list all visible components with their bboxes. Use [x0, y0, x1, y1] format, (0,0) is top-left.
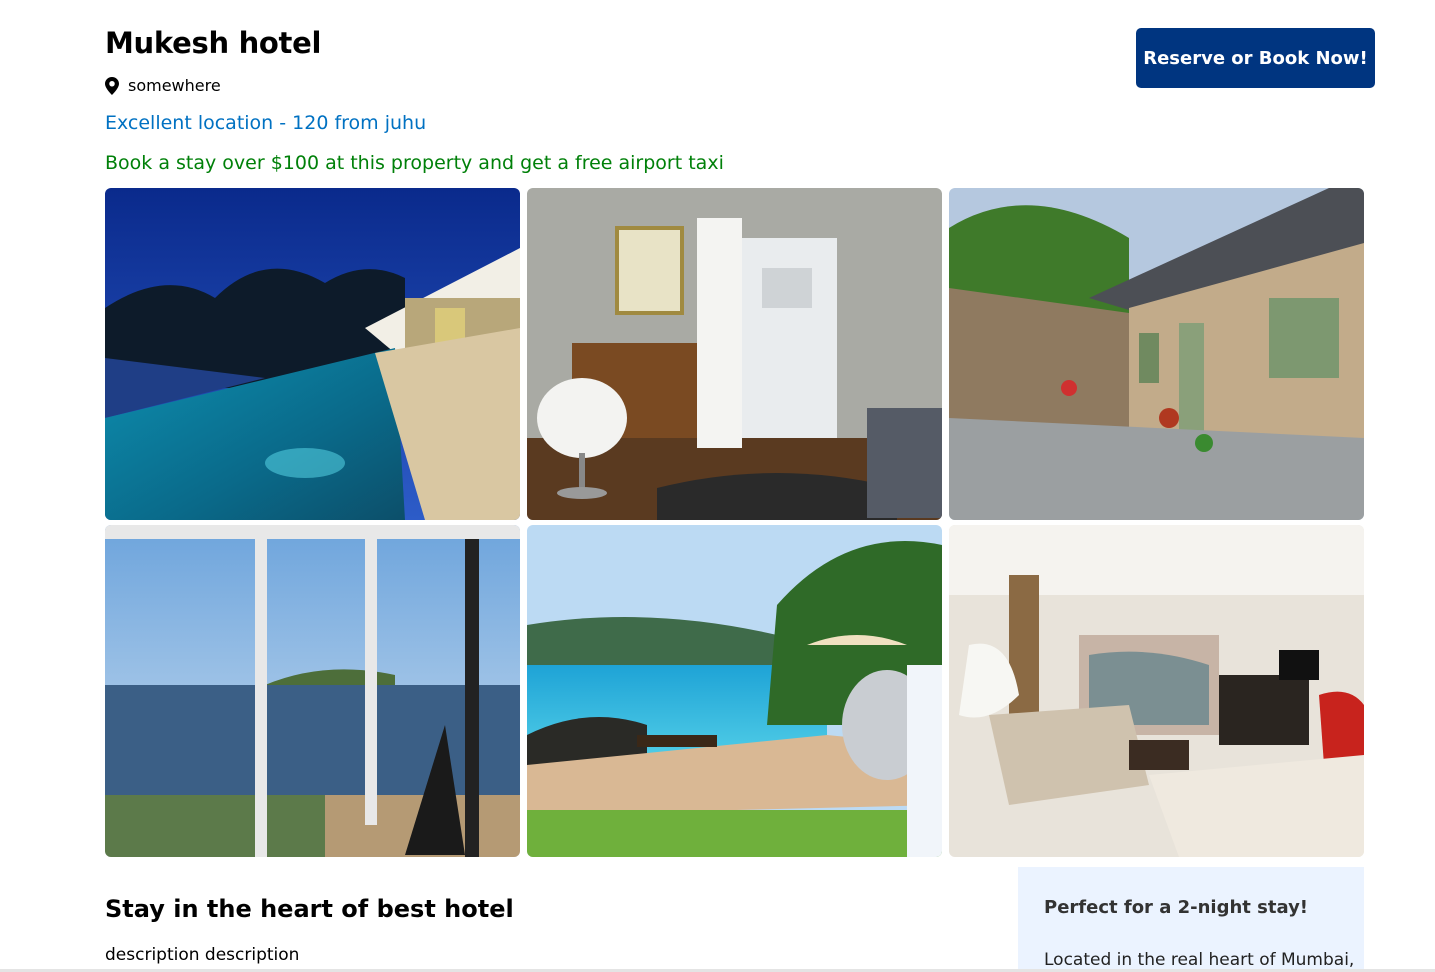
description-heading: Stay in the heart of best hotel	[105, 895, 514, 923]
gallery-photo-living-room[interactable]	[949, 525, 1364, 857]
gallery-photo-sea-view[interactable]	[105, 525, 520, 857]
hotel-name: Mukesh hotel	[105, 26, 322, 60]
highlight-text: Located in the real heart of Mumbai,	[1044, 950, 1355, 970]
gallery-photo-pool[interactable]	[105, 188, 520, 520]
gallery-photo-beach-deck[interactable]	[527, 525, 942, 857]
location-distance-link[interactable]: Excellent location - 120 from juhu	[105, 112, 426, 134]
location-pin-icon	[105, 76, 119, 95]
gallery-photo-cottage[interactable]	[949, 188, 1364, 520]
hotel-address: somewhere	[105, 76, 221, 95]
highlight-title: Perfect for a 2-night stay!	[1044, 897, 1309, 918]
photo-gallery	[105, 188, 1364, 857]
description-text: description description	[105, 945, 300, 965]
airport-taxi-deal: Book a stay over $100 at this property a…	[105, 152, 724, 174]
address-text: somewhere	[128, 76, 221, 95]
gallery-photo-bedroom[interactable]	[527, 188, 942, 520]
property-highlights-panel: Perfect for a 2-night stay! Located in t…	[1018, 867, 1364, 972]
reserve-button[interactable]: Reserve or Book Now!	[1136, 28, 1375, 88]
hotel-page: Mukesh hotel somewhere Excellent locatio…	[0, 0, 1435, 972]
